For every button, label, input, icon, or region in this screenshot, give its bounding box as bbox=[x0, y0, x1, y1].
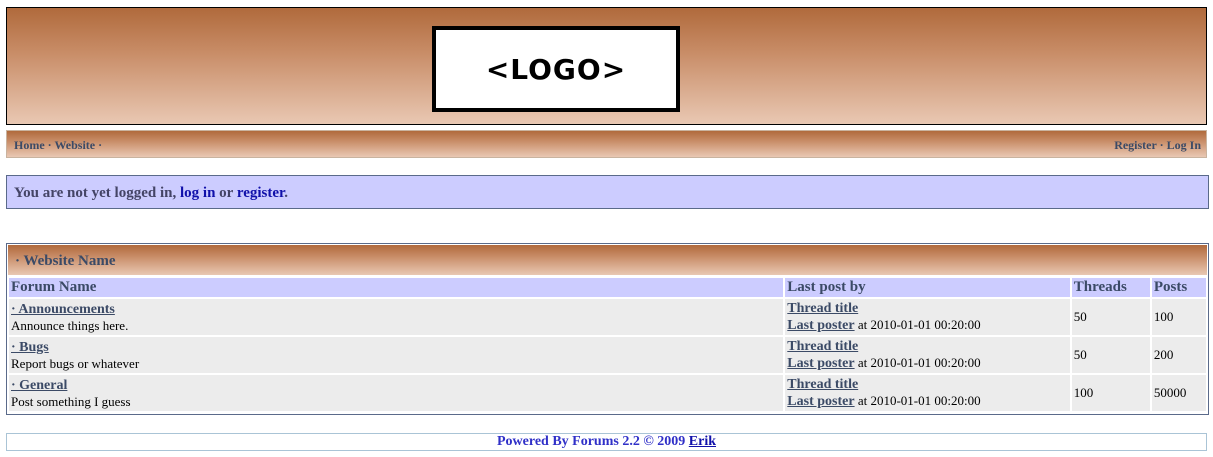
column-header-threads: Threads bbox=[1071, 278, 1150, 297]
table-row: · General Post something I guess Thread … bbox=[9, 375, 1206, 411]
threads-count: 50 bbox=[1071, 337, 1150, 373]
logo-text: <LOGO> bbox=[485, 52, 627, 86]
posts-count: 50000 bbox=[1151, 375, 1206, 411]
nav-website-link[interactable]: Website bbox=[54, 138, 95, 152]
posts-count: 100 bbox=[1151, 299, 1206, 335]
category-title[interactable]: · Website Name bbox=[15, 253, 116, 270]
thread-link[interactable]: Thread title bbox=[787, 301, 858, 316]
thread-link[interactable]: Thread title bbox=[787, 377, 858, 392]
poster-link[interactable]: Last poster bbox=[787, 394, 854, 409]
forum-table: Forum Name Last post by Threads Posts · … bbox=[7, 276, 1208, 413]
table-row: · Announcements Announce things here. Th… bbox=[9, 299, 1206, 335]
forum-description: Post something I guess bbox=[11, 393, 131, 409]
column-header-last-post: Last post by bbox=[785, 278, 1070, 297]
nav-separator: · bbox=[47, 138, 52, 152]
site-logo[interactable]: <LOGO> bbox=[432, 26, 680, 112]
poster-link[interactable]: Last poster bbox=[787, 318, 854, 333]
site-header: <LOGO> bbox=[6, 7, 1207, 125]
post-time: at 2010-01-01 00:20:00 bbox=[857, 317, 981, 332]
nav-home-link[interactable]: Home bbox=[14, 138, 45, 152]
footer-text: Powered By Forums 2.2 © 2009 bbox=[496, 434, 686, 449]
nav-left: Home · Website · bbox=[14, 138, 102, 153]
notice-suffix: . bbox=[284, 185, 289, 201]
forum-description: Report bugs or whatever bbox=[11, 355, 140, 371]
notice-register-link[interactable]: register bbox=[237, 185, 284, 201]
nav-login-link[interactable]: Log In bbox=[1167, 138, 1201, 152]
last-post-cell: Thread title Last poster at 2010-01-01 0… bbox=[785, 375, 1070, 411]
category-header: · Website Name bbox=[8, 245, 1207, 275]
nav-register-link[interactable]: Register bbox=[1114, 138, 1156, 152]
column-header-forum-name: Forum Name bbox=[9, 278, 784, 297]
nav-bar: Home · Website · Register · Log In bbox=[6, 130, 1207, 158]
table-header-row: Forum Name Last post by Threads Posts bbox=[9, 278, 1206, 297]
nav-right: Register · Log In bbox=[1114, 138, 1201, 153]
poster-link[interactable]: Last poster bbox=[787, 356, 854, 371]
last-post-cell: Thread title Last poster at 2010-01-01 0… bbox=[785, 337, 1070, 373]
post-time: at 2010-01-01 00:20:00 bbox=[857, 393, 981, 408]
threads-count: 100 bbox=[1071, 375, 1150, 411]
nav-separator: · bbox=[98, 138, 103, 152]
notice-prefix: You are not yet logged in, bbox=[14, 185, 177, 201]
forum-description: Announce things here. bbox=[11, 317, 129, 333]
forum-cell: · Bugs Report bugs or whatever bbox=[9, 337, 784, 373]
forum-link[interactable]: · Bugs bbox=[11, 340, 49, 355]
footer: Powered By Forums 2.2 © 2009 Erik bbox=[6, 433, 1207, 451]
threads-count: 50 bbox=[1071, 299, 1150, 335]
footer-author-link[interactable]: Erik bbox=[689, 434, 716, 449]
notice-middle: or bbox=[219, 185, 234, 201]
nav-separator: · bbox=[1159, 138, 1164, 152]
forum-category: · Website Name Forum Name Last post by T… bbox=[6, 243, 1209, 415]
forum-cell: · General Post something I guess bbox=[9, 375, 784, 411]
posts-count: 200 bbox=[1151, 337, 1206, 373]
last-post-cell: Thread title Last poster at 2010-01-01 0… bbox=[785, 299, 1070, 335]
table-row: · Bugs Report bugs or whatever Thread ti… bbox=[9, 337, 1206, 373]
thread-link[interactable]: Thread title bbox=[787, 339, 858, 354]
login-notice: You are not yet logged in, log in or reg… bbox=[6, 175, 1209, 209]
column-header-posts: Posts bbox=[1151, 278, 1206, 297]
forum-link[interactable]: · General bbox=[11, 378, 67, 393]
post-time: at 2010-01-01 00:20:00 bbox=[857, 355, 981, 370]
forum-link[interactable]: · Announcements bbox=[11, 302, 115, 317]
notice-login-link[interactable]: log in bbox=[180, 185, 215, 201]
forum-cell: · Announcements Announce things here. bbox=[9, 299, 784, 335]
